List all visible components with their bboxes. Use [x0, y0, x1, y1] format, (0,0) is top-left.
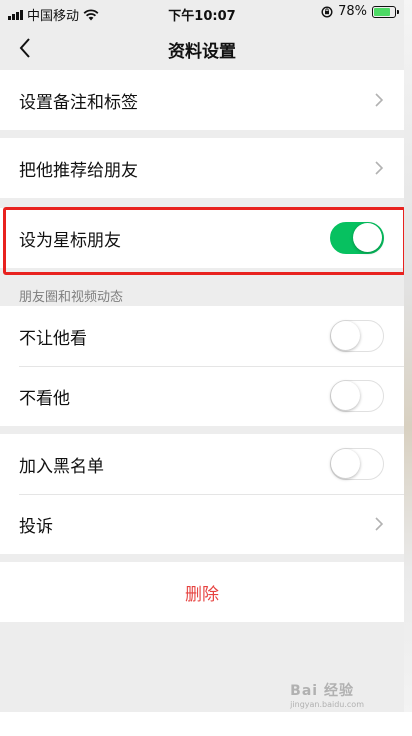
app-screen: 中国移动 下午10:07 78% 资料设置 设置备注和标签 把他推荐给朋友 设为…: [0, 0, 404, 712]
rotation-lock-icon: [321, 5, 333, 18]
hide-his-moments-item: 不看他: [0, 366, 404, 426]
page-title: 资料设置: [168, 42, 236, 62]
group-delete: 删除: [0, 562, 404, 622]
battery-icon: [372, 5, 399, 18]
hide-my-moments-label: 不让他看: [19, 328, 87, 349]
watermark-brand: Bai 经验: [290, 683, 354, 699]
star-friend-label: 设为星标朋友: [19, 230, 121, 251]
group-block: 加入黑名单 投诉: [0, 434, 404, 554]
toggle-knob: [331, 321, 360, 350]
toggle-knob: [331, 449, 360, 478]
blacklist-item: 加入黑名单: [0, 434, 404, 494]
blacklist-label: 加入黑名单: [19, 456, 104, 477]
group-moments: 不让他看 不看他: [0, 306, 404, 426]
moments-section-header: 朋友圈和视频动态: [19, 290, 124, 305]
watermark-url: jingyan.baidu.com: [290, 700, 364, 709]
recommend-friend-label: 把他推荐给朋友: [19, 160, 138, 181]
report-label: 投诉: [19, 516, 53, 537]
delete-button[interactable]: 删除: [0, 562, 404, 622]
nav-bar: 资料设置: [0, 26, 404, 70]
hide-my-moments-toggle[interactable]: [330, 320, 384, 352]
status-bar: 中国移动 下午10:07 78%: [0, 0, 404, 26]
hide-his-moments-label: 不看他: [19, 388, 70, 409]
recommend-friend-item[interactable]: 把他推荐给朋友: [0, 138, 404, 198]
watermark: Bai 经验 jingyan.baidu.com: [290, 680, 364, 709]
blacklist-toggle[interactable]: [330, 448, 384, 480]
background-page-edge: [404, 0, 412, 712]
chevron-right-icon: [375, 93, 384, 107]
toggle-knob: [353, 223, 382, 252]
group-star: 设为星标朋友: [0, 208, 404, 268]
report-item[interactable]: 投诉: [0, 494, 404, 554]
group-recommend: 把他推荐给朋友: [0, 138, 404, 198]
set-remark-tags-label: 设置备注和标签: [19, 92, 138, 113]
hide-my-moments-item: 不让他看: [0, 306, 404, 366]
battery-percent: 78%: [338, 4, 367, 19]
group-tags: 设置备注和标签: [0, 70, 404, 130]
bottom-margin: [0, 712, 412, 736]
status-right: 78%: [321, 4, 399, 19]
star-friend-toggle[interactable]: [330, 222, 384, 254]
chevron-right-icon: [375, 517, 384, 531]
toggle-knob: [331, 381, 360, 410]
hide-his-moments-toggle[interactable]: [330, 380, 384, 412]
chevron-right-icon: [375, 161, 384, 175]
set-remark-tags-item[interactable]: 设置备注和标签: [0, 70, 404, 130]
star-friend-item: 设为星标朋友: [0, 208, 404, 268]
delete-label: 删除: [185, 584, 219, 605]
